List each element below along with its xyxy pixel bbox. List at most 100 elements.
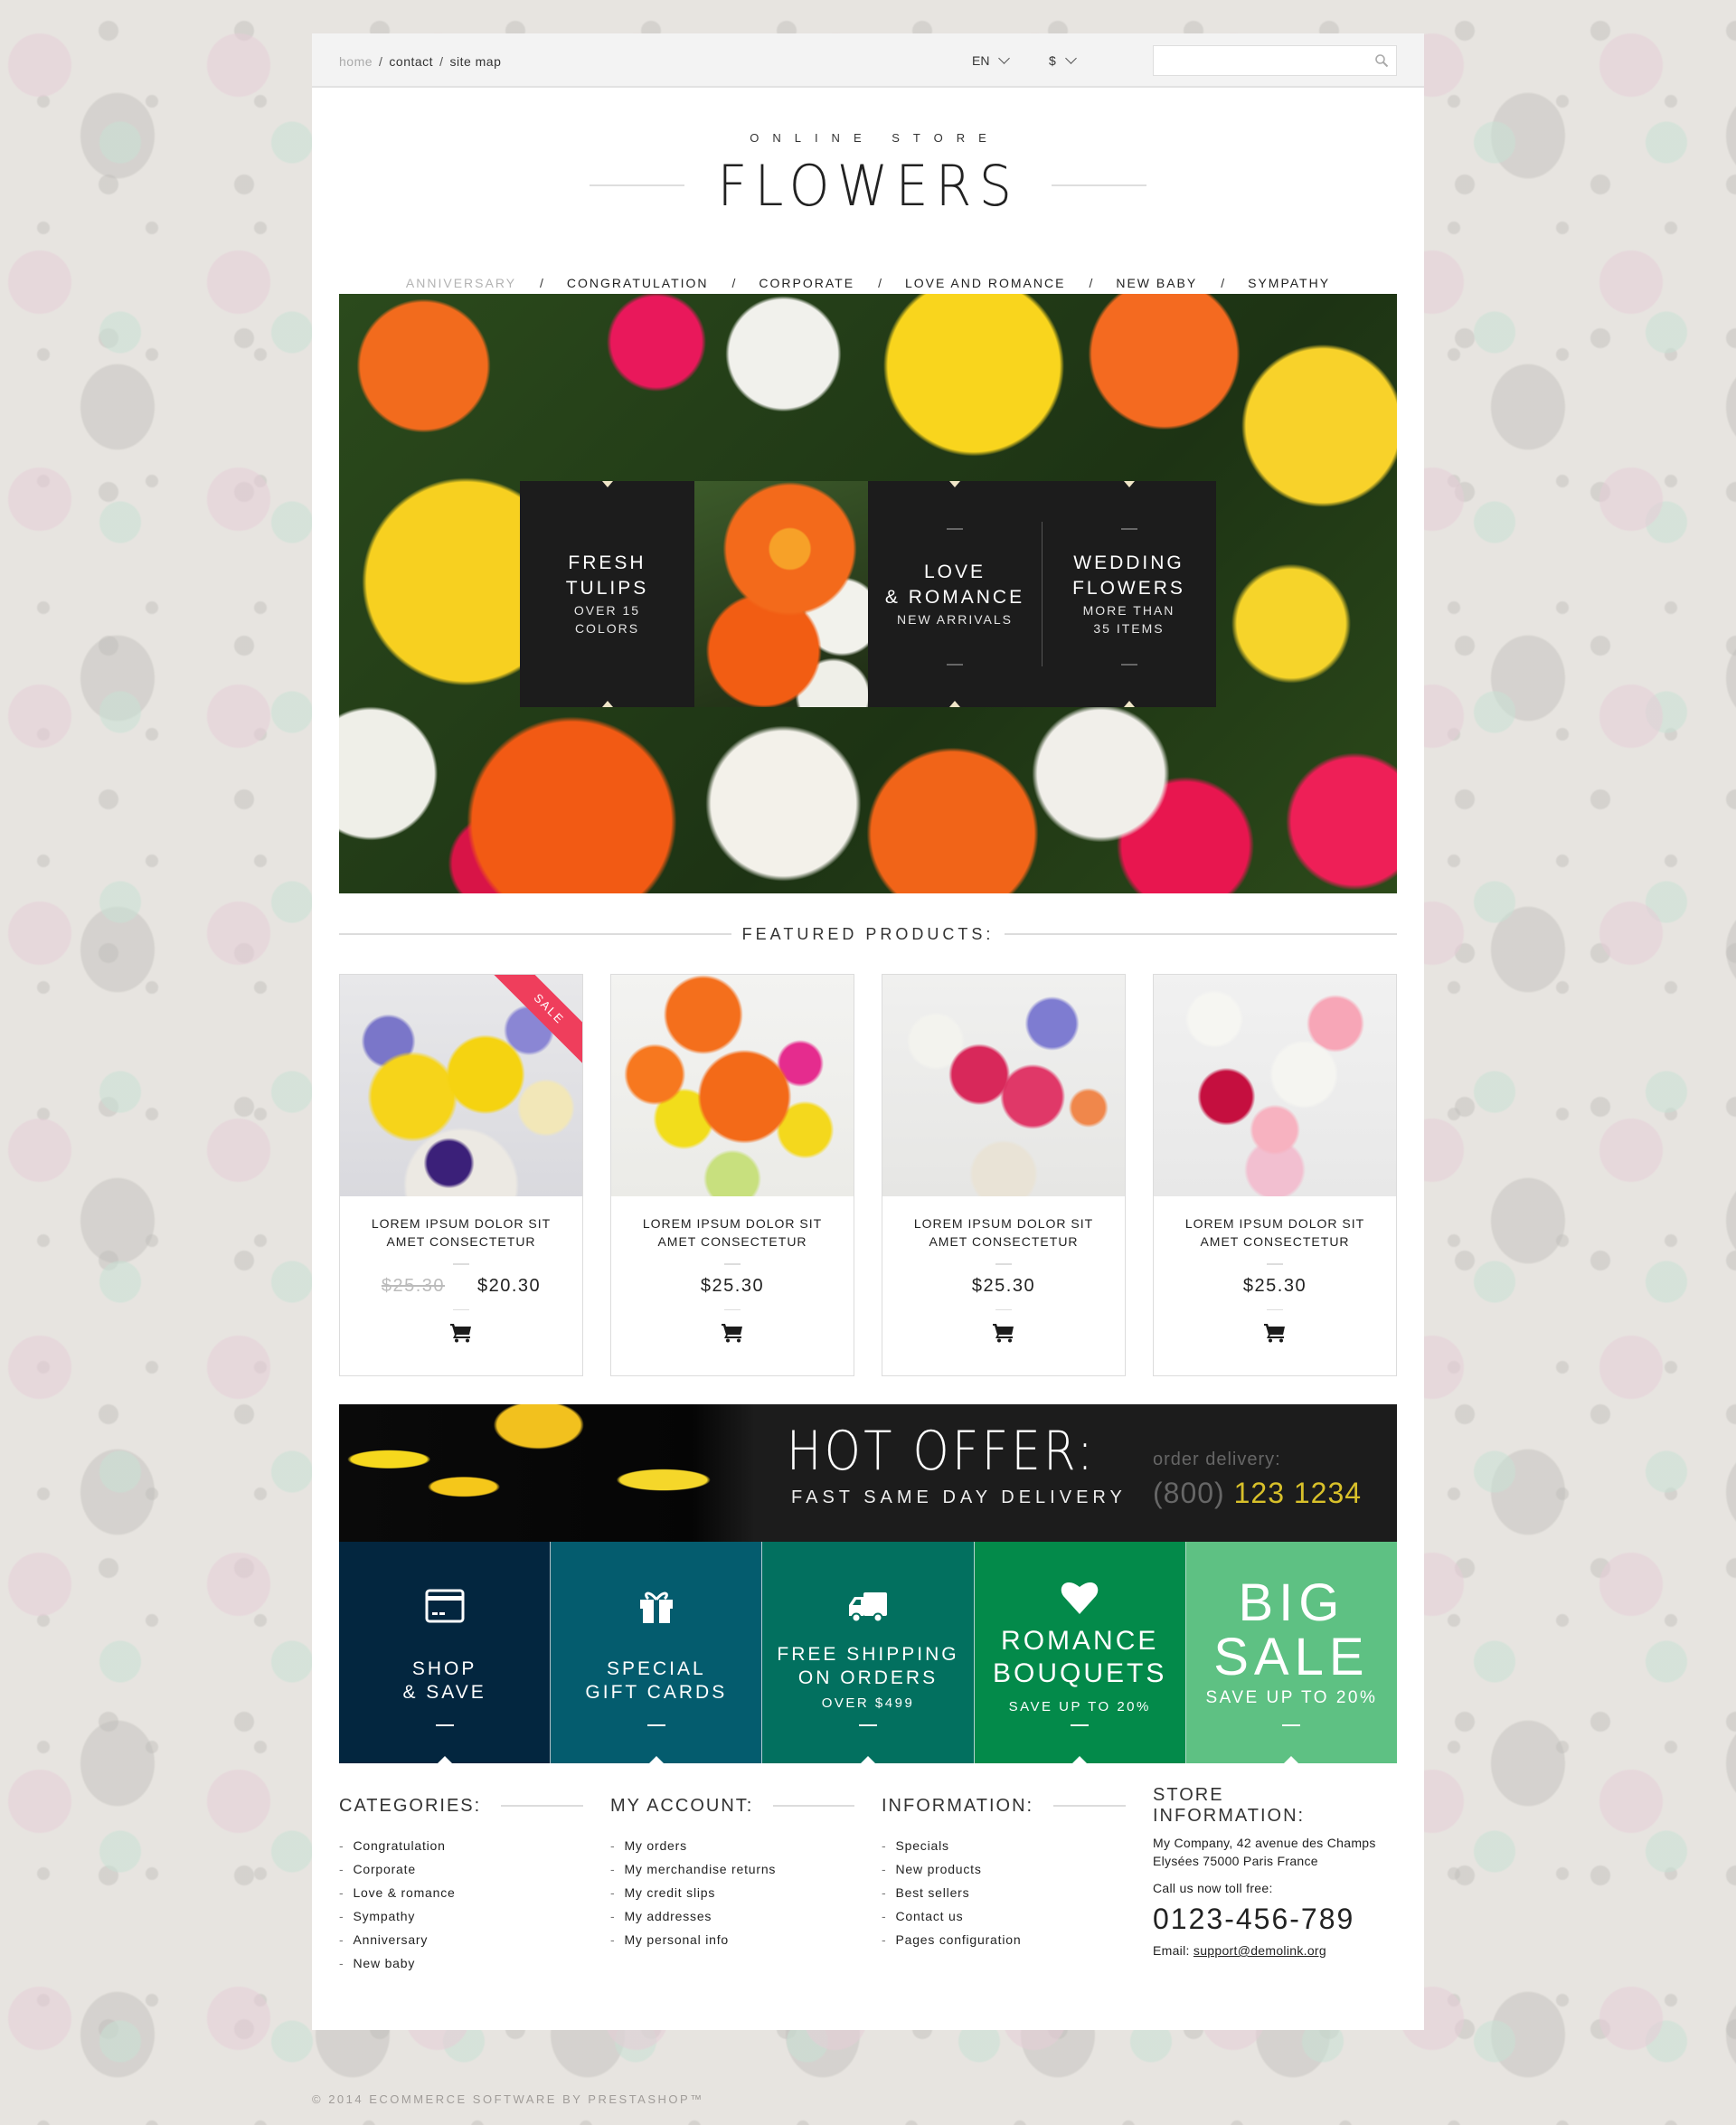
chevron-down-icon	[998, 52, 1011, 64]
footer-heading: INFORMATION:	[882, 1792, 1126, 1819]
product-list: SALE LOREM IPSUM DOLOR SIT AMET CONSECTET…	[339, 974, 1397, 1376]
product-image[interactable]: SALE	[340, 975, 582, 1196]
separator: /	[439, 54, 444, 69]
nav-item-love-and-romance[interactable]: LOVE AND ROMANCE	[905, 276, 1065, 290]
pointer	[648, 1756, 664, 1763]
list-item[interactable]: - Best sellers	[882, 1881, 1126, 1904]
nav-item-corporate[interactable]: CORPORATE	[759, 276, 854, 290]
product-card[interactable]: SALE LOREM IPSUM DOLOR SIT AMET CONSECTET…	[339, 974, 583, 1376]
cart-icon[interactable]	[722, 1323, 743, 1343]
pointer	[861, 1756, 875, 1763]
tile-big-sale[interactable]: BIG SALE SAVE UP TO 20%	[1185, 1542, 1398, 1763]
dash	[859, 1724, 877, 1726]
product-price: $25.30	[971, 1275, 1036, 1296]
footer-heading: CATEGORIES:	[339, 1792, 583, 1819]
banner-subtitle: OVER 15	[573, 603, 641, 618]
search-icon[interactable]	[1374, 53, 1389, 68]
product-name[interactable]: LOREM IPSUM DOLOR SIT AMET CONSECTETUR	[611, 1214, 854, 1251]
list-item[interactable]: - My personal info	[610, 1928, 854, 1951]
nav-item-congratulation[interactable]: CONGRATULATION	[567, 276, 709, 290]
product-image[interactable]	[882, 975, 1125, 1196]
logo-subtitle: ONLINE STORE	[750, 131, 1000, 145]
tile-gift-cards[interactable]: SPECIAL GIFT CARDS	[551, 1542, 763, 1763]
divider	[1267, 1263, 1283, 1265]
product-card[interactable]: LOREM IPSUM DOLOR SIT AMET CONSECTETUR $2…	[882, 974, 1126, 1376]
dash	[1282, 1724, 1301, 1726]
tile-label: SPECIAL GIFT CARDS	[585, 1658, 728, 1703]
tile-shop-save[interactable]: SHOP & SAVE	[339, 1542, 552, 1763]
list-item[interactable]: - Contact us	[882, 1904, 1126, 1928]
list-item[interactable]: - Specials	[882, 1834, 1126, 1857]
banner-image	[694, 481, 868, 707]
nav-item-new-baby[interactable]: NEW BABY	[1116, 276, 1197, 290]
nav-item-anniversary[interactable]: ANNIVERSARY	[406, 276, 516, 290]
current-price: $20.30	[477, 1275, 542, 1296]
logo[interactable]: FLOWERS	[312, 149, 1424, 222]
language-selector[interactable]: EN	[972, 52, 1011, 68]
product-image[interactable]	[1154, 975, 1396, 1196]
list-item[interactable]: - Congratulation	[339, 1834, 583, 1857]
list-item[interactable]: - My merchandise returns	[610, 1857, 854, 1881]
divider	[995, 1308, 1012, 1310]
nav-item-sympathy[interactable]: SYMPATHY	[1248, 276, 1330, 290]
banner-fresh-tulips[interactable]: FRESH TULIPS OVER 15 COLORS	[520, 481, 694, 707]
list-item[interactable]: - New products	[882, 1857, 1126, 1881]
list-item[interactable]: - Sympathy	[339, 1904, 583, 1928]
heart-icon	[1061, 1582, 1099, 1614]
divider	[724, 1308, 741, 1310]
tile-romance-bouquets[interactable]: ROMANCE BOUQUETS SAVE UP TO 20%	[974, 1542, 1186, 1763]
tile-label: FREE SHIPPING ON ORDERS OVER $499	[777, 1644, 959, 1711]
separator: /	[1221, 276, 1225, 290]
hero-slider[interactable]: FRESH TULIPS OVER 15 COLORS LOVE & ROMAN…	[339, 294, 1397, 893]
footer-heading: STORE INFORMATION:	[1153, 1785, 1306, 1826]
section-title: FEATURED PRODUCTS:	[741, 924, 995, 943]
product-name[interactable]: LOREM IPSUM DOLOR SIT AMET CONSECTETUR	[882, 1214, 1125, 1251]
banner-title: LOVE	[923, 562, 986, 582]
search-box	[1153, 45, 1397, 76]
tile-sub: SAVE UP TO 20%	[1008, 1699, 1151, 1714]
page-panel: home / contact / site map EN $ ONLINE STORE …	[312, 33, 1424, 2030]
divider	[453, 1263, 469, 1265]
product-image[interactable]	[611, 975, 854, 1196]
footer-account: MY ACCOUNT: - My orders - My merchandise r…	[610, 1792, 854, 1975]
banner-title: & ROMANCE	[884, 587, 1025, 608]
list-item[interactable]: - My orders	[610, 1834, 854, 1857]
product-name[interactable]: LOREM IPSUM DOLOR SIT AMET CONSECTETUR	[340, 1214, 582, 1251]
banner-wedding-flowers[interactable]: WEDDING FLOWERS MORE THAN 35 ITEMS	[1042, 481, 1216, 707]
list-item[interactable]: - New baby	[339, 1951, 583, 1975]
list-item[interactable]: - My credit slips	[610, 1881, 854, 1904]
contact-link[interactable]: contact	[389, 54, 433, 69]
sitemap-link[interactable]: site map	[449, 54, 501, 69]
tile-label: BIG SALE	[1213, 1573, 1370, 1686]
separator: /	[731, 276, 736, 290]
tile-free-shipping[interactable]: FREE SHIPPING ON ORDERS OVER $499	[762, 1542, 975, 1763]
list-item[interactable]: - My addresses	[610, 1904, 854, 1928]
search-input[interactable]	[1154, 46, 1362, 73]
list-item[interactable]: - Love & romance	[339, 1881, 583, 1904]
divider	[453, 1308, 469, 1310]
list-item[interactable]: - Corporate	[339, 1857, 583, 1881]
banner-love-romance[interactable]: LOVE & ROMANCE NEW ARRIVALS	[868, 481, 1042, 707]
footer-information: INFORMATION: - Specials - New products - Be…	[882, 1792, 1126, 1975]
notch	[1123, 481, 1135, 487]
cart-icon[interactable]	[450, 1323, 472, 1343]
cart-icon[interactable]	[1264, 1323, 1286, 1343]
list-item[interactable]: - Anniversary	[339, 1928, 583, 1951]
account-list: - My orders - My merchandise returns - My c…	[610, 1834, 854, 1951]
email-link[interactable]: support@demolink.org	[1194, 1943, 1326, 1958]
cart-icon[interactable]	[993, 1323, 1014, 1343]
notch	[949, 481, 960, 487]
currency-selector[interactable]: $	[1049, 52, 1077, 68]
product-card[interactable]: LOREM IPSUM DOLOR SIT AMET CONSECTETUR $2…	[610, 974, 854, 1376]
hot-offer-subtitle: FAST SAME DAY DELIVERY	[791, 1488, 1127, 1507]
product-name[interactable]: LOREM IPSUM DOLOR SIT AMET CONSECTETUR	[1154, 1214, 1396, 1251]
home-link[interactable]: home	[339, 54, 373, 69]
list-item[interactable]: - Pages configuration	[882, 1928, 1126, 1951]
dash	[947, 528, 963, 530]
promo-tiles: SHOP & SAVE SPECIAL GIFT CARDS FREE SHIPPI…	[339, 1542, 1398, 1763]
product-card[interactable]: LOREM IPSUM DOLOR SIT AMET CONSECTETUR $2…	[1153, 974, 1397, 1376]
hot-offer-banner[interactable]: HOT OFFER: FAST SAME DAY DELIVERY order …	[339, 1404, 1397, 1542]
logo-title: FLOWERS	[717, 152, 1019, 219]
separator: /	[878, 276, 882, 290]
store-email: Email: support@demolink.org	[1153, 1943, 1326, 1958]
